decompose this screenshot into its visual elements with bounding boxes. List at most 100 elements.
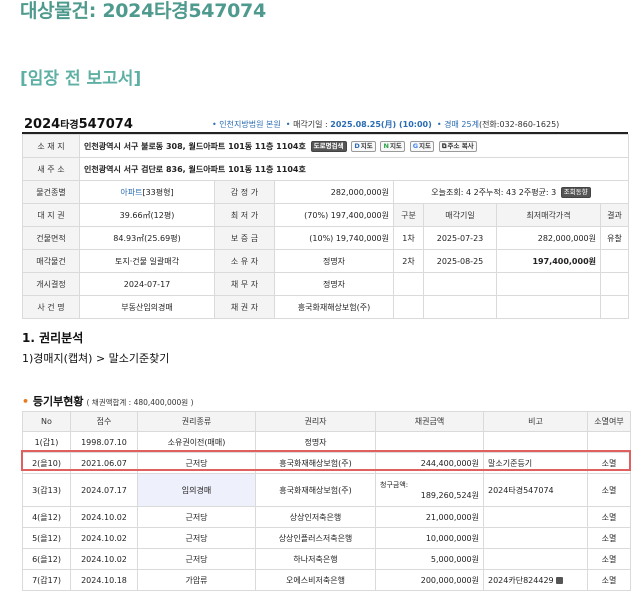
building-value: 84.93㎡(25.69평): [79, 226, 215, 250]
registry-no: 2(을10): [22, 452, 71, 474]
claim-value: 189,260,524원: [420, 490, 479, 500]
registry-no: 5(을12): [22, 527, 71, 549]
history-header-result: 결과: [599, 203, 630, 227]
copy-address-button[interactable]: ⧉주소 복사: [438, 140, 477, 152]
registry-note: [483, 431, 588, 453]
claim-label: 청구금액:: [380, 480, 409, 489]
registry-amount: 5,000,000원: [375, 548, 484, 570]
registry-header: 권리자: [255, 411, 376, 432]
registry-header-row: No 접수 권리종류 권리자 채권금액 비고 소멸여부: [22, 411, 631, 432]
registry-holder: 상상인저축은행: [255, 506, 376, 528]
registry-header: No: [22, 411, 71, 432]
history-round: 1차: [393, 226, 424, 250]
registry-note: [483, 548, 588, 570]
registry-date: 2024.10.02: [70, 527, 138, 549]
registry-holder: 오에스비저축은행: [255, 569, 376, 591]
address-row: 소 재 지 인천광역시 서구 불로동 308, 월드아파트 101동 11층 1…: [22, 134, 630, 158]
road-name-search-button[interactable]: 도로명검색: [310, 140, 347, 152]
appraisal-value: 282,000,000원: [274, 180, 394, 204]
history-date: 2025-07-23: [423, 226, 497, 250]
registry-header: 소멸여부: [587, 411, 631, 432]
new-address-label: 새 주 소: [22, 157, 80, 181]
registry-note: [483, 527, 588, 549]
land-row: 대 지 권 39.66㎡(12평) 최 저 가 (70%) 197,400,00…: [22, 203, 630, 227]
registry-status: 소멸: [587, 506, 631, 528]
rights-analysis-subtitle: 1)경매지(캡쳐) > 말소기준찾기: [22, 352, 170, 365]
kind-link[interactable]: 아파트: [120, 188, 142, 197]
views-stats: 오늘조회: 4 2주누적: 43 2주평균: 3: [431, 187, 557, 197]
registry-type: 근저당: [137, 548, 256, 570]
land-label: 대 지 권: [22, 203, 80, 227]
registry-no: 1(갑1): [22, 431, 71, 453]
view-trend-button[interactable]: 조회동향: [560, 186, 591, 198]
registry-note: 말소기준등기: [483, 452, 588, 474]
daum-map-button[interactable]: D지도: [351, 140, 376, 152]
registry-holder: 하나저축은행: [255, 548, 376, 570]
registry-status: [587, 431, 631, 453]
document-icon[interactable]: [555, 576, 563, 584]
registry-holder: 정명자: [255, 431, 376, 453]
building-label: 건물면적: [22, 226, 80, 250]
sale-date: 2025.08.25(月) (10:00): [330, 120, 432, 129]
registry-no: 4(을12): [22, 506, 71, 528]
start-value: 2024-07-17: [79, 272, 215, 296]
registry-status: 소멸: [587, 548, 631, 570]
registry-note: 2024타경547074: [483, 473, 588, 507]
new-address-row: 새 주 소 인천광역시 서구 검단로 836, 월드아파트 101동 11층 1…: [22, 157, 630, 181]
registry-status: 소멸: [587, 569, 631, 591]
google-map-button[interactable]: G지도: [409, 140, 435, 152]
dept-link[interactable]: 경매 25계: [444, 120, 479, 129]
case-meta: • 인천지방법원 본원 • 매각기일 : 2025.08.25(月) (10:0…: [212, 120, 560, 129]
history-result: [599, 249, 630, 273]
start-row: 개시결정 2024-07-17 채 무 자 정명자: [22, 272, 630, 296]
registry-note: [483, 506, 588, 528]
registry-type: 근저당: [137, 452, 256, 474]
creditor-value: 흥국화재해상보험(주): [274, 295, 394, 319]
history-result: 유찰: [599, 226, 630, 250]
min-price-label: 최 저 가: [214, 203, 275, 227]
court-name: 인천지방법원 본원: [219, 120, 281, 129]
case-name-row: 사 건 명 부동산임의경매 채 권 자 흥국화재해상보험(주): [22, 295, 630, 319]
registry-type: 근저당: [137, 527, 256, 549]
registry-header: 접수: [70, 411, 138, 432]
appraisal-label: 감 정 가: [214, 180, 275, 204]
registry-type: 근저당: [137, 506, 256, 528]
case-type: 타경: [60, 120, 79, 131]
registry-amount: 10,000,000원: [375, 527, 484, 549]
naver-icon: N: [383, 141, 389, 150]
target-value: 토지·건물 일괄매각: [79, 249, 215, 273]
rights-analysis-title: 1. 권리분석: [22, 331, 84, 345]
naver-map-button[interactable]: N지도: [380, 140, 405, 152]
creditor-label: 채 권 자: [214, 295, 275, 319]
address-label: 소 재 지: [22, 134, 80, 158]
registry-table: No 접수 권리종류 권리자 채권금액 비고 소멸여부 1(갑1) 1998.0…: [22, 411, 631, 591]
table-row: 5(을12) 2024.10.02 근저당 상상인플러스저축은행 10,000,…: [22, 527, 631, 549]
dept-phone: (전화:032-860-1625): [478, 120, 560, 129]
bullet-icon: •: [22, 395, 30, 408]
registry-amount: 21,000,000원: [375, 506, 484, 528]
registry-header: 비고: [483, 411, 588, 432]
building-row: 건물면적 84.93㎡(25.69평) 보 증 금 (10%) 19,740,0…: [22, 226, 630, 250]
registry-header: 권리종류: [137, 411, 256, 432]
registry-date: 2024.07.17: [70, 473, 138, 507]
sale-date-label: 매각기일 :: [293, 120, 331, 129]
main-title: 대상물건: 2024타경547074: [20, 0, 266, 22]
owner-value: 정명자: [274, 249, 394, 273]
history-header-price: 최저매각가격: [496, 203, 601, 227]
case-year: 2024: [24, 117, 61, 132]
kind-cell: 아파트[33평형]: [79, 180, 215, 204]
registry-holder: 흥국화재해상보험(주): [255, 473, 376, 507]
registry-header: 채권금액: [375, 411, 484, 432]
registry-date: 1998.07.10: [70, 431, 138, 453]
registry-total: ( 채권액합계 : 480,400,000원 ): [86, 398, 194, 407]
history-round: 2차: [393, 249, 424, 273]
table-row: 2(을10) 2021.06.07 근저당 흥국화재해상보험(주) 244,40…: [22, 452, 631, 474]
registry-date: 2024.10.02: [70, 506, 138, 528]
views-cell: 오늘조회: 4 2주누적: 43 2주평균: 3 조회동향: [392, 180, 630, 204]
history-header-date: 매각기일: [423, 203, 497, 227]
land-value: 39.66㎡(12평): [79, 203, 215, 227]
registry-status: 소멸: [587, 527, 631, 549]
history-price: 197,400,000원: [496, 249, 601, 273]
registry-date: 2024.10.02: [70, 548, 138, 570]
registry-holder: 흥국화재해상보험(주): [255, 452, 376, 474]
